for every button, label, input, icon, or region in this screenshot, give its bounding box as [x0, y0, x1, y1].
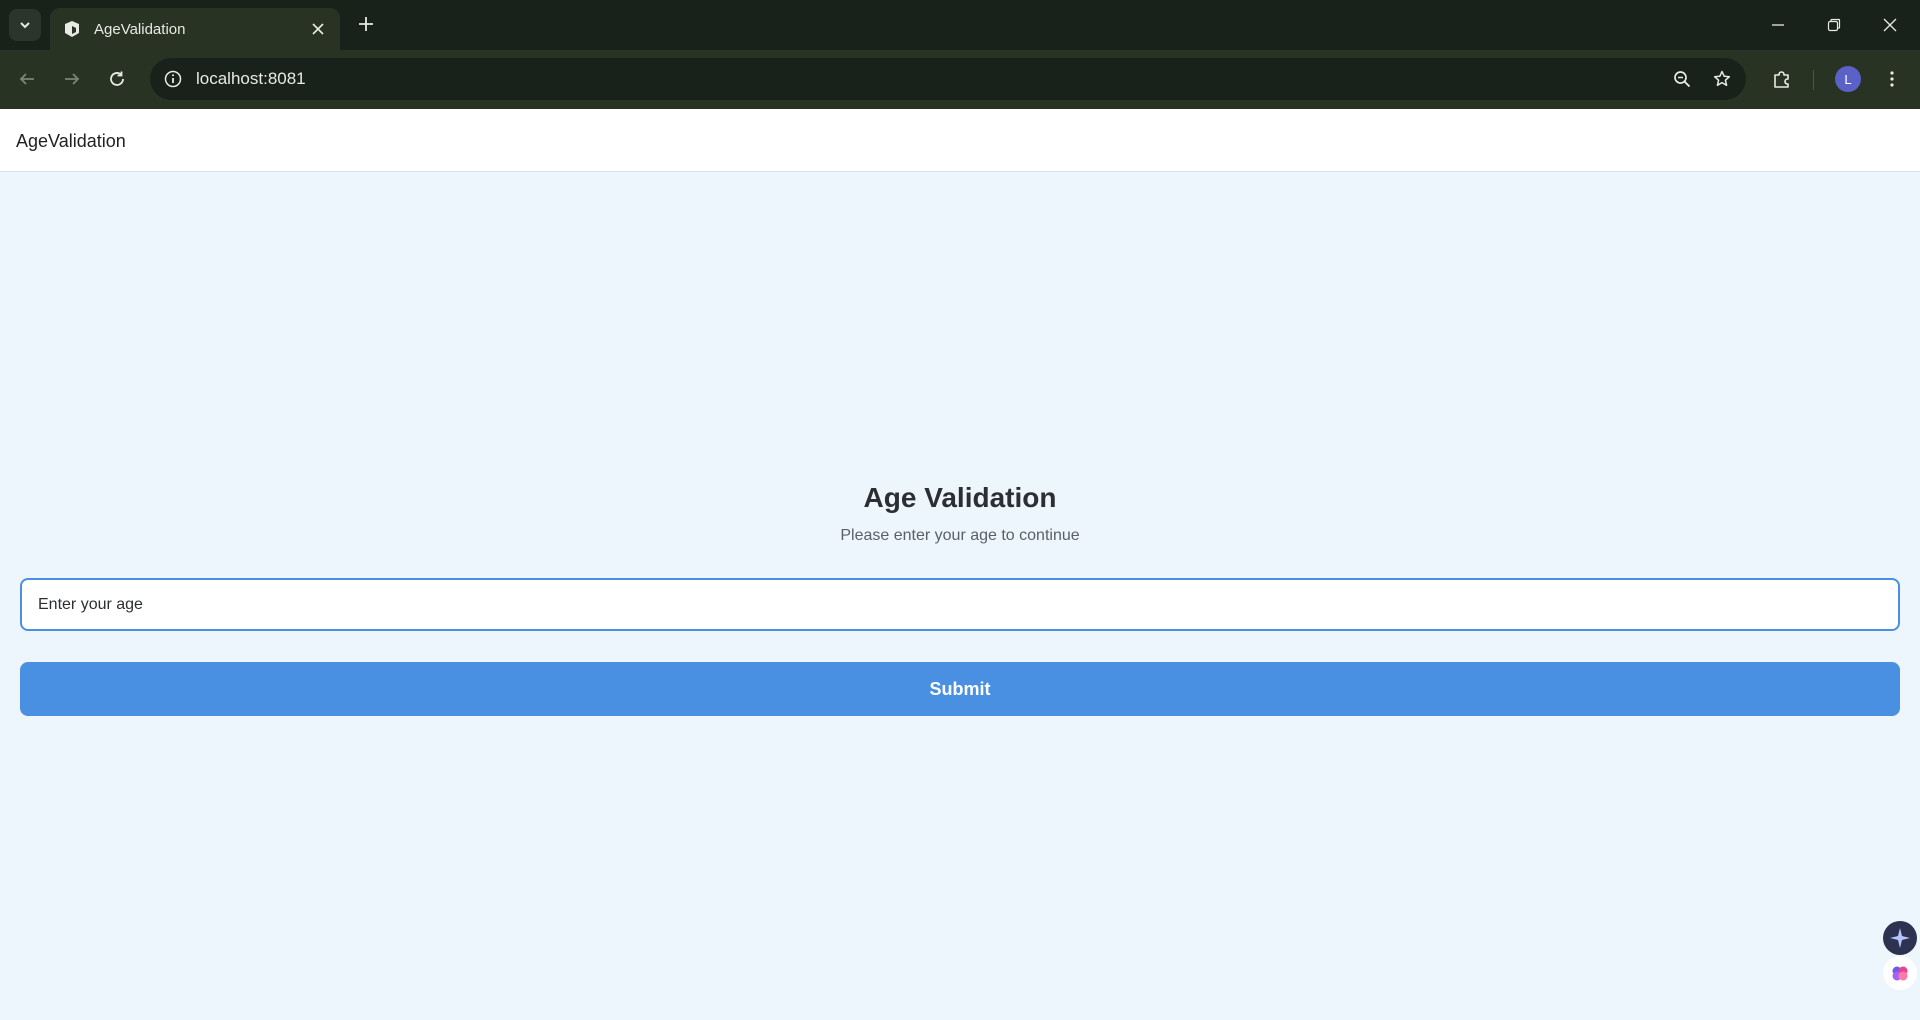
page-title: Age Validation	[863, 482, 1057, 513]
close-icon	[312, 23, 324, 35]
sparkle-icon	[1890, 928, 1910, 948]
app-header: AgeValidation	[0, 109, 1920, 172]
arrow-left-icon	[19, 73, 34, 85]
minimize-icon	[1772, 24, 1784, 26]
minimize-button[interactable]	[1750, 0, 1806, 50]
app-favicon-icon	[62, 19, 82, 39]
forward-button[interactable]	[56, 63, 88, 95]
restore-button[interactable]	[1806, 0, 1862, 50]
close-icon	[1883, 18, 1897, 32]
zoom-out-icon	[1674, 71, 1691, 88]
age-input[interactable]	[20, 578, 1900, 631]
app-header-title: AgeValidation	[16, 131, 126, 151]
brain-helper-button[interactable]	[1883, 956, 1917, 990]
restore-icon	[1827, 18, 1841, 32]
plus-icon	[359, 17, 373, 31]
reload-button[interactable]	[101, 63, 133, 95]
extensions-button[interactable]	[1766, 63, 1798, 95]
browser-tab-strip: AgeValidation	[0, 0, 1920, 50]
zoom-button[interactable]	[1666, 63, 1698, 95]
toolbar-separator	[1813, 70, 1814, 90]
brain-icon	[1892, 966, 1908, 981]
arrow-right-icon	[65, 73, 80, 85]
tab-title: AgeValidation	[94, 20, 186, 38]
back-button[interactable]	[11, 63, 43, 95]
chevron-down-icon	[20, 22, 30, 29]
new-tab-button[interactable]	[352, 10, 380, 38]
site-info-button[interactable]	[162, 68, 184, 90]
close-window-button[interactable]	[1862, 0, 1918, 50]
ai-assistant-button[interactable]	[1883, 921, 1917, 955]
more-vertical-icon	[1890, 71, 1894, 87]
star-icon	[1713, 70, 1731, 87]
tab-search-button[interactable]	[9, 9, 41, 41]
page-subtitle: Please enter your age to continue	[840, 527, 1080, 544]
puzzle-icon	[1774, 71, 1789, 88]
browser-menu-button[interactable]	[1876, 63, 1908, 95]
bookmark-button[interactable]	[1706, 63, 1738, 95]
browser-tab-active[interactable]: AgeValidation	[50, 8, 340, 50]
profile-avatar[interactable]: L	[1835, 66, 1861, 92]
address-bar[interactable]: localhost:8081	[150, 58, 1746, 100]
url-text: localhost:8081	[196, 69, 306, 88]
browser-toolbar: localhost:8081	[0, 50, 1920, 109]
tab-close-button[interactable]	[308, 19, 328, 39]
submit-button[interactable]: Submit	[20, 662, 1900, 716]
info-icon	[164, 70, 182, 88]
reload-icon	[110, 71, 124, 86]
